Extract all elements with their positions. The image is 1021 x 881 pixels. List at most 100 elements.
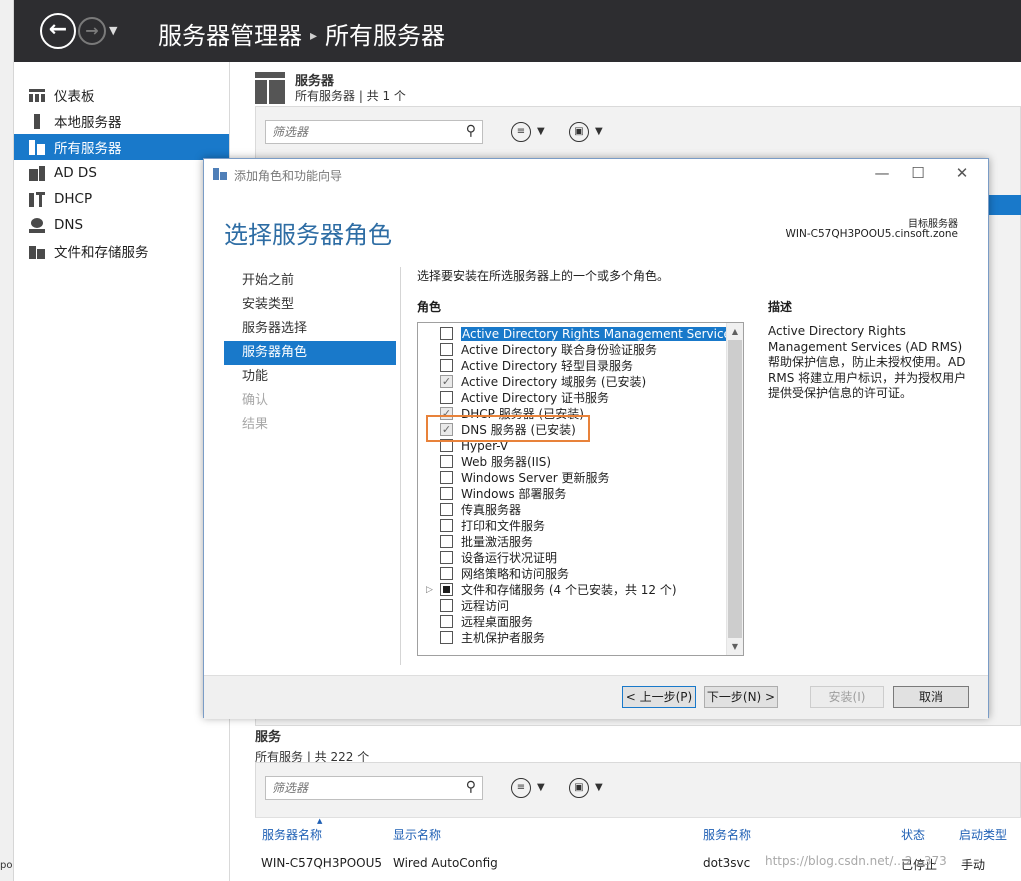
- servers-filter-input[interactable]: [266, 121, 446, 143]
- dhcp-icon: [28, 191, 46, 207]
- role-item[interactable]: 批量激活服务: [418, 534, 726, 550]
- maximize-icon[interactable]: ☐: [900, 163, 936, 185]
- left-window-edge: [0, 0, 14, 881]
- wizard-step-server-roles[interactable]: 服务器角色: [224, 341, 396, 365]
- chevron-down-icon[interactable]: ▼: [595, 782, 603, 793]
- role-item[interactable]: ✓ Active Directory 域服务 (已安装): [418, 374, 726, 390]
- selected-server-row[interactable]: [986, 195, 1021, 215]
- list-options-icon[interactable]: ≡: [511, 778, 531, 798]
- role-item[interactable]: Windows Server 更新服务: [418, 470, 726, 486]
- next-button[interactable]: 下一步(N) >: [704, 686, 778, 708]
- role-checkbox[interactable]: [440, 535, 453, 548]
- expand-arrow-icon[interactable]: ▷: [426, 582, 433, 598]
- role-item[interactable]: Active Directory Rights Management Servi…: [418, 326, 739, 342]
- chevron-down-icon[interactable]: ▼: [537, 126, 545, 137]
- previous-button[interactable]: < 上一步(P): [622, 686, 696, 708]
- role-label: Web 服务器(IIS): [461, 455, 552, 469]
- ad-ds-icon: [28, 165, 46, 181]
- back-arrow-icon[interactable]: ←: [40, 13, 76, 49]
- role-checkbox[interactable]: [440, 567, 453, 580]
- search-icon[interactable]: ⚲: [466, 779, 476, 795]
- role-label: 打印和文件服务: [461, 519, 546, 533]
- role-label: 设备运行状况证明: [461, 551, 558, 565]
- sidebar-item-all-servers[interactable]: 所有服务器: [14, 134, 229, 160]
- column-startup-type[interactable]: 启动类型: [959, 826, 1007, 843]
- wizard-step-server-selection[interactable]: 服务器选择: [224, 317, 396, 341]
- role-label: Active Directory Rights Management Servi…: [461, 327, 739, 341]
- dialog-titlebar: 添加角色和功能向导 — ☐ ✕: [204, 159, 988, 189]
- chevron-down-icon[interactable]: ▼: [595, 126, 603, 137]
- role-item[interactable]: 传真服务器: [418, 502, 726, 518]
- wizard-steps: 开始之前 安装类型 服务器选择 服务器角色 功能 确认 结果: [224, 269, 396, 437]
- wizard-step-before-you-begin[interactable]: 开始之前: [224, 269, 396, 293]
- sidebar-item-local-server[interactable]: 本地服务器: [14, 108, 229, 134]
- role-checkbox[interactable]: [440, 455, 453, 468]
- column-server-name[interactable]: 服务器名称: [262, 817, 322, 843]
- column-status[interactable]: 状态: [901, 826, 925, 843]
- scroll-thumb[interactable]: [728, 340, 742, 638]
- sidebar-item-label: DNS: [54, 217, 84, 233]
- list-options-icon[interactable]: ≡: [511, 122, 531, 142]
- forward-arrow-icon[interactable]: →: [78, 17, 106, 45]
- history-dropdown-icon[interactable]: ▼: [109, 24, 117, 37]
- role-checkbox[interactable]: [440, 615, 453, 628]
- sidebar-item-dashboard[interactable]: 仪表板: [14, 82, 229, 108]
- role-checkbox[interactable]: [440, 343, 453, 356]
- close-icon[interactable]: ✕: [944, 163, 980, 185]
- services-filter-box[interactable]: ⚲: [265, 776, 483, 800]
- add-roles-wizard-dialog: 添加角色和功能向导 — ☐ ✕ 选择服务器角色 目标服务器 WIN-C57QH3…: [203, 158, 989, 719]
- sidebar-item-label: AD DS: [54, 165, 97, 181]
- role-item[interactable]: 设备运行状况证明: [418, 550, 726, 566]
- instruction-text: 选择要安装在所选服务器上的一个或多个角色。: [417, 269, 670, 283]
- save-query-icon[interactable]: ▣: [569, 122, 589, 142]
- servers-filter-box[interactable]: ⚲: [265, 120, 483, 144]
- role-item[interactable]: Windows 部署服务: [418, 486, 726, 502]
- role-item[interactable]: Web 服务器(IIS): [418, 454, 726, 470]
- scroll-down-icon[interactable]: ▼: [727, 638, 743, 655]
- roles-scrollbar[interactable]: ▲ ▼: [726, 323, 743, 655]
- roles-listbox[interactable]: Active Directory Rights Management Servi…: [417, 322, 744, 656]
- role-checkbox[interactable]: ✓: [440, 375, 453, 388]
- sidebar-item-file-storage[interactable]: 文件和存储服务: [14, 238, 229, 264]
- cell-service-name: dot3svc: [703, 856, 751, 870]
- services-section-title: 服务: [255, 730, 282, 745]
- role-checkbox[interactable]: [440, 487, 453, 500]
- role-item[interactable]: 远程桌面服务: [418, 614, 726, 630]
- server-group-icon: [255, 72, 285, 104]
- role-checkbox[interactable]: [440, 391, 453, 404]
- cancel-button[interactable]: 取消: [893, 686, 969, 708]
- sidebar-item-ad-ds[interactable]: AD DS: [14, 160, 229, 186]
- role-item[interactable]: 网络策略和访问服务: [418, 566, 726, 582]
- role-checkbox[interactable]: [440, 327, 453, 340]
- sidebar-item-label: 文件和存储服务: [54, 245, 149, 261]
- role-checkbox[interactable]: [440, 471, 453, 484]
- sidebar-item-dns[interactable]: DNS: [14, 212, 229, 238]
- wizard-step-features[interactable]: 功能: [224, 365, 396, 389]
- column-display-name[interactable]: 显示名称: [393, 826, 441, 843]
- cell-display-name: Wired AutoConfig: [393, 856, 498, 870]
- sidebar-item-dhcp[interactable]: DHCP: [14, 186, 229, 212]
- chevron-down-icon[interactable]: ▼: [537, 782, 545, 793]
- role-checkbox[interactable]: [440, 551, 453, 564]
- role-checkbox[interactable]: [440, 631, 453, 644]
- role-checkbox[interactable]: [440, 583, 453, 596]
- scroll-up-icon[interactable]: ▲: [727, 323, 743, 340]
- role-checkbox[interactable]: [440, 359, 453, 372]
- role-checkbox[interactable]: [440, 503, 453, 516]
- role-item[interactable]: Active Directory 轻型目录服务: [418, 358, 726, 374]
- column-service-name[interactable]: 服务名称: [703, 826, 751, 843]
- role-item[interactable]: 主机保护者服务: [418, 630, 726, 646]
- role-item[interactable]: Active Directory 联合身份验证服务: [418, 342, 726, 358]
- save-query-icon[interactable]: ▣: [569, 778, 589, 798]
- minimize-icon[interactable]: —: [864, 163, 900, 185]
- role-item[interactable]: 远程访问: [418, 598, 726, 614]
- wizard-step-installation-type[interactable]: 安装类型: [224, 293, 396, 317]
- role-checkbox[interactable]: [440, 599, 453, 612]
- services-filter-input[interactable]: [266, 777, 446, 799]
- role-item[interactable]: Active Directory 证书服务: [418, 390, 726, 406]
- sidebar-item-label: 本地服务器: [54, 115, 122, 131]
- role-item[interactable]: 打印和文件服务: [418, 518, 726, 534]
- role-item[interactable]: ▷ 文件和存储服务 (4 个已安装，共 12 个): [418, 582, 726, 598]
- search-icon[interactable]: ⚲: [466, 123, 476, 139]
- role-checkbox[interactable]: [440, 519, 453, 532]
